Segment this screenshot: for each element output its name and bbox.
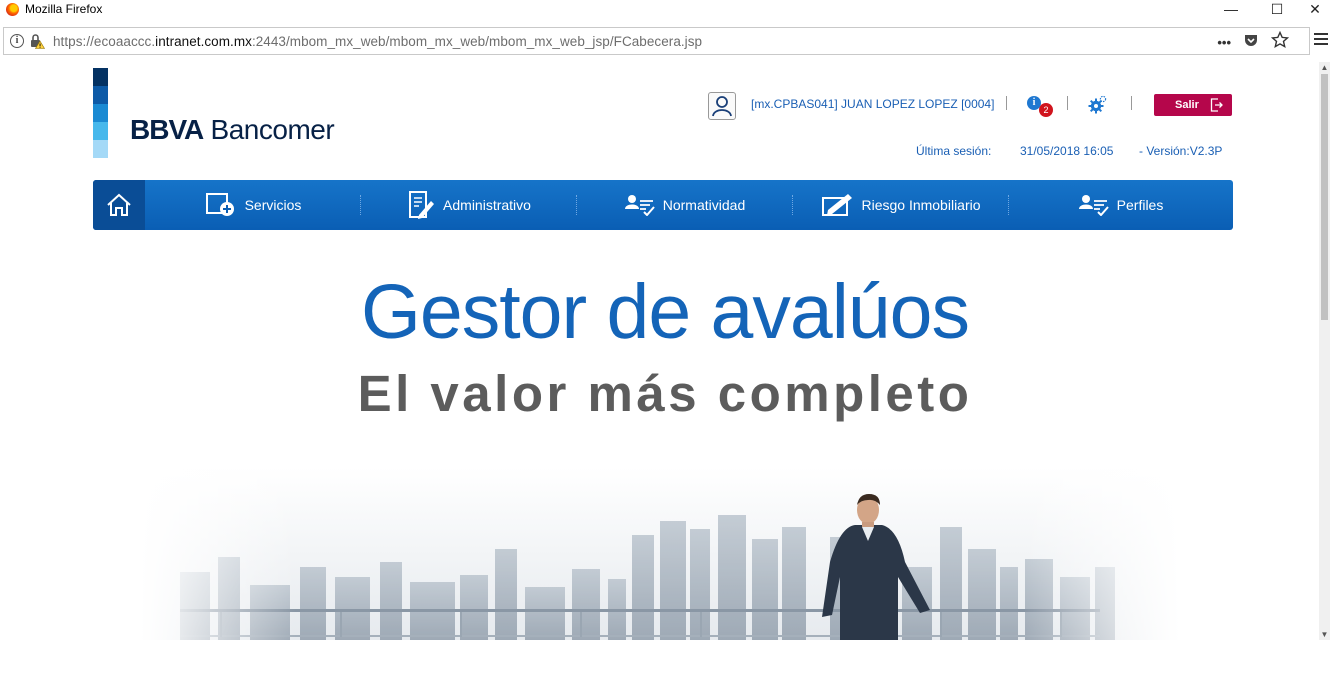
url-text[interactable]: https://ecoaaccc.intranet.com.mx:2443/mb… — [53, 34, 702, 49]
businessman-city-skyline-image — [140, 467, 1180, 640]
settings-gear-icon[interactable] — [1088, 95, 1108, 115]
menu-label: Administrativo — [443, 197, 531, 213]
hero-title: Gestor de avalúos — [361, 269, 970, 355]
main-menu: Servicios Administrativo Normatividad Ri… — [93, 180, 1233, 230]
url-bar[interactable]: i https://ecoaaccc.intranet.com.mx:2443/… — [3, 27, 1310, 55]
close-icon[interactable]: ✕ — [1300, 0, 1330, 18]
divider — [1131, 96, 1132, 110]
last-session-label: Última sesión: — [916, 144, 992, 158]
user-check-icon — [624, 195, 655, 216]
maximize-icon[interactable]: ☐ — [1254, 0, 1300, 18]
logout-label: Salir — [1175, 99, 1199, 111]
site-info-icon[interactable]: i — [10, 34, 24, 48]
home-button[interactable] — [93, 180, 145, 230]
home-icon — [107, 193, 131, 216]
menu-label: Servicios — [244, 197, 302, 213]
menu-label: Perfiles — [1116, 197, 1164, 213]
screen-edit-icon — [822, 194, 853, 216]
last-session-value: 31/05/2018 16:05 — [1020, 144, 1114, 158]
user-name: [mx.CPBAS041] JUAN LOPEZ LOPEZ [0004] — [751, 97, 995, 111]
page-actions-button[interactable]: ••• — [1217, 35, 1231, 50]
minimize-icon[interactable]: — — [1208, 0, 1254, 18]
divider — [1067, 96, 1068, 110]
window-titlebar: Mozilla Firefox — [0, 0, 1330, 18]
user-avatar-icon[interactable] — [708, 92, 736, 120]
menu-item-servicios[interactable]: Servicios — [145, 180, 361, 230]
vertical-scrollbar[interactable]: ▲ ▼ — [1319, 62, 1330, 640]
firefox-logo-icon — [6, 2, 19, 16]
window-title: Mozilla Firefox — [25, 2, 103, 16]
services-plus-icon — [205, 193, 234, 216]
bbva-bancomer-logo[interactable]: BBVA Bancomer — [130, 114, 335, 146]
notification-count-badge[interactable]: 2 — [1039, 103, 1053, 117]
hero-subtitle: El valor más completo — [357, 365, 973, 422]
page-content: BBVA Bancomer [mx.CPBAS041] JUAN LOPEZ L… — [0, 62, 1318, 640]
menu-item-normatividad[interactable]: Normatividad — [577, 180, 793, 230]
bbva-logo-stripes — [93, 68, 108, 158]
scroll-thumb[interactable] — [1321, 74, 1328, 320]
bookmark-star-icon[interactable] — [1270, 30, 1290, 54]
menu-label: Normatividad — [662, 197, 746, 213]
scroll-down-icon[interactable]: ▼ — [1320, 630, 1329, 639]
hamburger-menu-icon[interactable] — [1314, 33, 1328, 47]
browser-navbar: i https://ecoaaccc.intranet.com.mx:2443/… — [0, 26, 1330, 58]
scroll-up-icon[interactable]: ▲ — [1320, 63, 1329, 72]
insecure-lock-icon[interactable] — [29, 33, 46, 49]
user-check-icon — [1078, 195, 1109, 216]
menu-item-perfiles[interactable]: Perfiles — [1009, 180, 1233, 230]
exit-icon — [1210, 98, 1223, 112]
version-label: - Versión:V2.3P — [1139, 144, 1223, 158]
divider — [1006, 96, 1007, 110]
logout-button[interactable]: Salir — [1154, 94, 1232, 116]
pocket-icon[interactable] — [1243, 32, 1259, 53]
menu-label: Riesgo Inmobiliario — [861, 197, 981, 213]
menu-item-administrativo[interactable]: Administrativo — [361, 180, 577, 230]
document-edit-icon — [409, 191, 435, 219]
menu-item-riesgo-inmobiliario[interactable]: Riesgo Inmobiliario — [793, 180, 1009, 230]
